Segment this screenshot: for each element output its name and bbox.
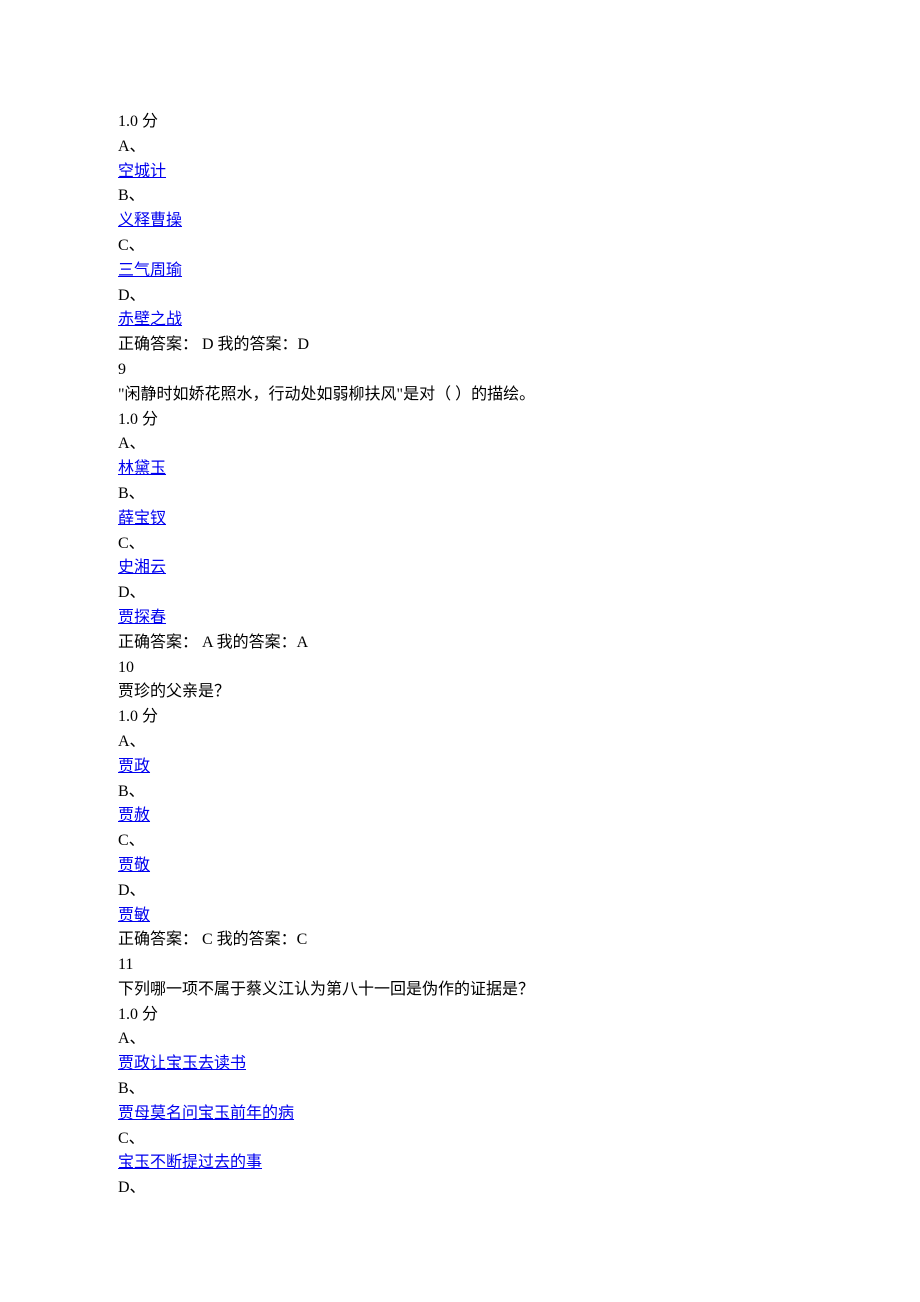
answer-text: 正确答案： A 我的答案：A bbox=[118, 631, 802, 656]
option-label-d: D、 bbox=[118, 581, 802, 606]
option-label-c: C、 bbox=[118, 829, 802, 854]
option-a-link[interactable]: 贾政让宝玉去读书 bbox=[118, 1055, 246, 1072]
option-a-link[interactable]: 空城计 bbox=[118, 163, 166, 180]
question-number: 11 bbox=[118, 953, 802, 978]
option-d-link[interactable]: 贾探春 bbox=[118, 609, 166, 626]
question-number: 9 bbox=[118, 358, 802, 383]
option-label-c: C、 bbox=[118, 532, 802, 557]
option-b-link[interactable]: 贾母莫名问宝玉前年的病 bbox=[118, 1105, 294, 1122]
answer-text: 正确答案： D 我的答案：D bbox=[118, 333, 802, 358]
option-label-a: A、 bbox=[118, 1027, 802, 1052]
option-label-b: B、 bbox=[118, 780, 802, 805]
option-label-d: D、 bbox=[118, 284, 802, 309]
option-label-b: B、 bbox=[118, 1077, 802, 1102]
points-text: 1.0 分 bbox=[118, 1003, 802, 1028]
option-a-link[interactable]: 贾政 bbox=[118, 758, 150, 775]
option-c-link[interactable]: 宝玉不断提过去的事 bbox=[118, 1154, 262, 1171]
question-number: 10 bbox=[118, 656, 802, 681]
option-label-b: B、 bbox=[118, 184, 802, 209]
points-text: 1.0 分 bbox=[118, 705, 802, 730]
option-b-link[interactable]: 义释曹操 bbox=[118, 212, 182, 229]
option-b-link[interactable]: 贾赦 bbox=[118, 807, 150, 824]
option-c-link[interactable]: 贾敬 bbox=[118, 857, 150, 874]
question-stem: 下列哪一项不属于蔡义江认为第八十一回是伪作的证据是？ bbox=[118, 978, 802, 1003]
option-label-d: D、 bbox=[118, 1176, 802, 1201]
points-text: 1.0 分 bbox=[118, 408, 802, 433]
option-d-link[interactable]: 贾敏 bbox=[118, 907, 150, 924]
points-text: 1.0 分 bbox=[118, 110, 802, 135]
option-a-link[interactable]: 林黛玉 bbox=[118, 460, 166, 477]
option-label-a: A、 bbox=[118, 135, 802, 160]
option-label-b: B、 bbox=[118, 482, 802, 507]
question-stem: "闲静时如娇花照水，行动处如弱柳扶风"是对（ ）的描绘。 bbox=[118, 383, 802, 408]
option-b-link[interactable]: 薛宝钗 bbox=[118, 510, 166, 527]
option-label-c: C、 bbox=[118, 1127, 802, 1152]
option-c-link[interactable]: 史湘云 bbox=[118, 559, 166, 576]
question-stem: 贾珍的父亲是？ bbox=[118, 680, 802, 705]
option-d-link[interactable]: 赤壁之战 bbox=[118, 311, 182, 328]
option-label-c: C、 bbox=[118, 234, 802, 259]
option-c-link[interactable]: 三气周瑜 bbox=[118, 262, 182, 279]
answer-text: 正确答案： C 我的答案：C bbox=[118, 928, 802, 953]
option-label-a: A、 bbox=[118, 730, 802, 755]
option-label-d: D、 bbox=[118, 879, 802, 904]
option-label-a: A、 bbox=[118, 432, 802, 457]
